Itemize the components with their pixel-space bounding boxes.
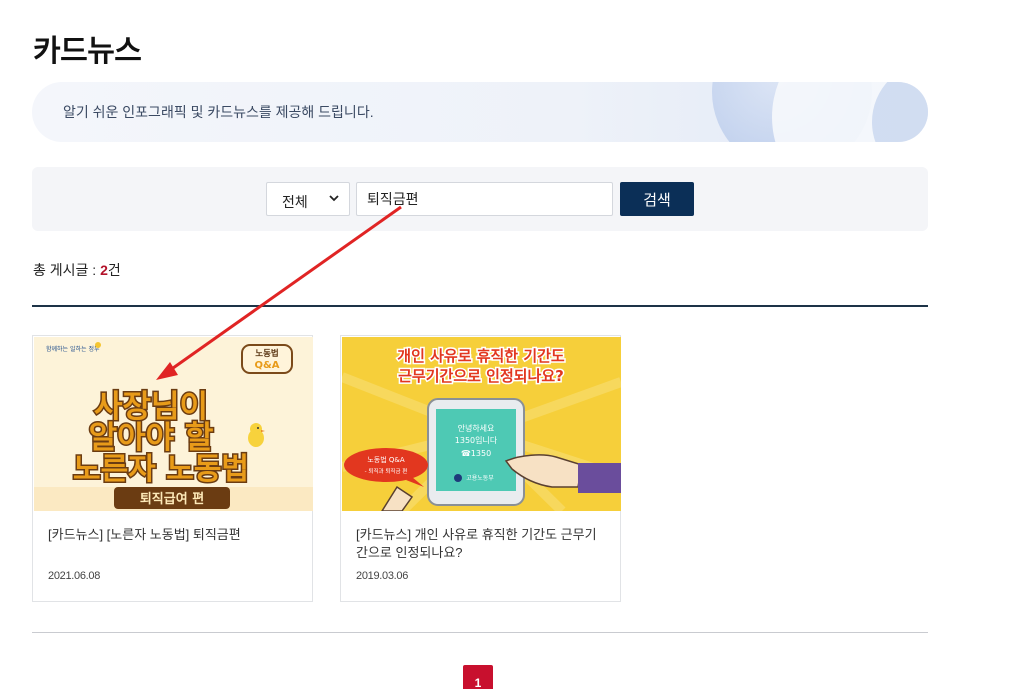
category-select[interactable]: 전체 [266,182,350,216]
card-thumbnail-image: 개인 사유로 휴직한 기간도 근무기간으로 인정되나요? 안녕하세요 1350입… [342,337,621,511]
thumb-headline-2: 알아야 할 [89,420,214,456]
list-divider [32,305,928,307]
thumb-ribbon-text: 퇴직급여 편 [140,491,204,507]
banner-decoration-circle [872,82,928,142]
thumb-headline-1: 개인 사유로 휴직한 기간도 [397,347,565,365]
search-button[interactable]: 검색 [620,182,694,216]
pagination-divider [32,632,928,633]
thumb-headline-2: 근무기간으로 인정되나요? [398,367,564,385]
thumb-logo-text: 함께하는 일하는 정부 [46,345,100,353]
total-count-number: 2 [100,262,108,278]
chevron-down-icon [329,195,339,202]
thumb-badge-line1: 노동법 [255,348,278,359]
phone-line-2: 1350입니다 [455,435,498,445]
card-thumbnail[interactable]: 개인 사유로 휴직한 기간도 근무기간으로 인정되나요? 안녕하세요 1350입… [342,337,621,511]
card-news-item[interactable]: 함께하는 일하는 정부 노동법 Q&A 사장님이 알아야 할 노른자 노동법 퇴… [32,335,313,602]
search-input[interactable] [356,182,613,216]
card-news-item[interactable]: 개인 사유로 휴직한 기간도 근무기간으로 인정되나요? 안녕하세요 1350입… [340,335,621,602]
total-count-suffix: 건 [107,262,121,278]
page-title: 카드뉴스 [33,35,142,68]
category-select-value: 전체 [282,194,308,210]
intro-text: 알기 쉬운 인포그래픽 및 카드뉴스를 제공해 드립니다. [63,104,374,120]
card-date: 2021.06.08 [48,570,101,582]
phone-footer: 고용노동부 [466,475,494,482]
card-date: 2019.03.06 [356,570,409,582]
bubble-line-2: - 퇴직과 퇴직금 편 [365,467,408,475]
phone-line-3: ☎1350 [461,449,491,458]
search-panel: 전체 검색 [32,167,928,231]
bubble-line-1: 노동법 Q&A [367,455,405,464]
thumb-badge-line2: Q&A [255,360,280,371]
card-thumbnail[interactable]: 함께하는 일하는 정부 노동법 Q&A 사장님이 알아야 할 노른자 노동법 퇴… [34,337,313,511]
card-title[interactable]: [카드뉴스] [노른자 노동법] 퇴직금편 [48,526,300,544]
card-title[interactable]: [카드뉴스] 개인 사유로 휴직한 기간도 근무기간으로 인정되나요? [356,526,608,562]
pagination-page-current[interactable]: 1 [463,665,493,689]
thumb-headline-3: 노른자 노동법 [73,452,249,487]
phone-line-1: 안녕하세요 [458,423,495,433]
total-count-prefix: 총 게시글 : [33,262,101,278]
card-thumbnail-image: 함께하는 일하는 정부 노동법 Q&A 사장님이 알아야 할 노른자 노동법 퇴… [34,337,313,511]
intro-banner: 알기 쉬운 인포그래픽 및 카드뉴스를 제공해 드립니다. [32,82,928,142]
total-post-count: 총 게시글 : 2건 [33,260,121,280]
